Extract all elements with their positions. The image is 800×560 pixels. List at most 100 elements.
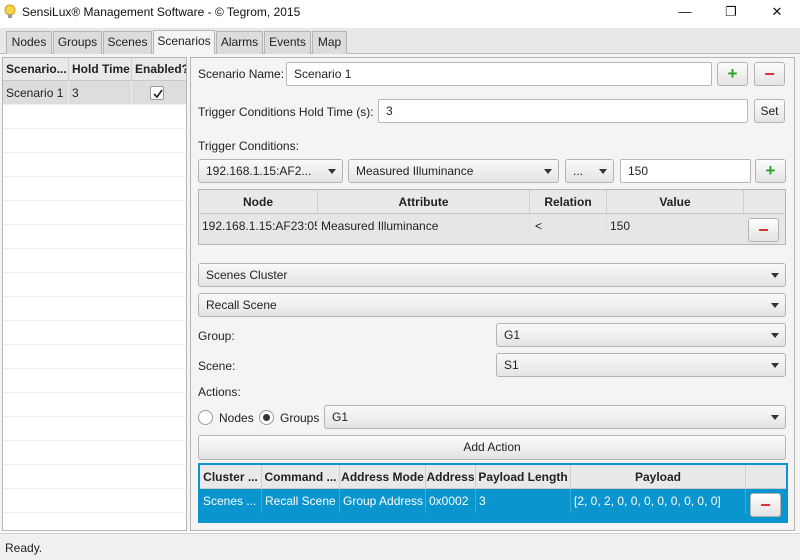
- chevron-down-icon: [599, 169, 607, 174]
- empty-row: [3, 249, 186, 273]
- node-select[interactable]: 192.168.1.15:AF2...: [198, 159, 343, 183]
- empty-row: [3, 129, 186, 153]
- minimize-button[interactable]: —: [662, 0, 708, 24]
- empty-row: [3, 393, 186, 417]
- chevron-down-icon: [771, 415, 779, 420]
- attribute-select-value: Measured Illuminance: [356, 164, 474, 178]
- hold-time-input[interactable]: 3: [378, 99, 748, 123]
- status-text: Ready.: [5, 541, 43, 555]
- close-button[interactable]: ✕: [754, 0, 800, 24]
- empty-row: [3, 369, 186, 393]
- chevron-down-icon: [771, 273, 779, 278]
- empty-row: [3, 441, 186, 465]
- trigger-conditions-label: Trigger Conditions:: [198, 139, 299, 153]
- groups-radio-label[interactable]: Groups: [280, 411, 319, 425]
- enabled-cell: [132, 81, 186, 105]
- remove-action-button[interactable]: −: [750, 493, 781, 517]
- remove-scenario-button[interactable]: −: [754, 62, 785, 86]
- nodes-radio[interactable]: [198, 410, 213, 425]
- command-select-value: Recall Scene: [206, 298, 277, 312]
- title-bar: SensiLux® Management Software - © Tegrom…: [0, 0, 800, 24]
- action-payload-length-cell: 3: [476, 489, 571, 513]
- table-header: Scenario... Hold Time Enabled?: [3, 58, 186, 81]
- column-header-address[interactable]: Address: [426, 465, 476, 489]
- action-address-cell: 0x0002: [426, 489, 476, 513]
- group-select[interactable]: G1: [496, 323, 786, 347]
- column-header-relation[interactable]: Relation: [530, 190, 607, 214]
- scenario-name-input[interactable]: Scenario 1: [286, 62, 712, 86]
- group-label: Group:: [198, 329, 235, 343]
- empty-row: [3, 465, 186, 489]
- column-header-payload-length[interactable]: Payload Length: [476, 465, 571, 489]
- empty-row: [3, 177, 186, 201]
- column-header-blank: [744, 190, 785, 214]
- hold-time-label: Trigger Conditions Hold Time (s):: [198, 105, 374, 119]
- tab-scenes[interactable]: Scenes: [103, 31, 152, 54]
- scenario-table[interactable]: Scenario... Hold Time Enabled? Scenario …: [2, 57, 187, 531]
- tab-nodes[interactable]: Nodes: [6, 31, 52, 54]
- tab-groups[interactable]: Groups: [53, 31, 102, 54]
- conditions-table[interactable]: Node Attribute Relation Value 192.168.1.…: [198, 189, 786, 245]
- condition-value-input[interactable]: 150: [620, 159, 751, 183]
- chevron-down-icon: [328, 169, 336, 174]
- empty-row: [3, 489, 186, 513]
- column-header-node[interactable]: Node: [199, 190, 318, 214]
- tab-events[interactable]: Events: [264, 31, 311, 54]
- tab-alarms[interactable]: Alarms: [216, 31, 263, 54]
- condition-relation-cell: <: [530, 214, 607, 238]
- actions-table[interactable]: Cluster ... Command ... Address Mode Add…: [198, 463, 788, 523]
- action-cluster-cell: Scenes ...: [200, 489, 262, 513]
- condition-node-cell: 192.168.1.15:AF23:05: [199, 214, 318, 238]
- scenario-name-label: Scenario Name:: [198, 67, 285, 81]
- tab-scenarios[interactable]: Scenarios: [153, 30, 215, 55]
- column-header-cluster[interactable]: Cluster ...: [200, 465, 262, 489]
- table-row[interactable]: Scenario 1 3: [3, 81, 186, 105]
- actions-label: Actions:: [198, 385, 241, 399]
- attribute-select[interactable]: Measured Illuminance: [348, 159, 559, 183]
- checkmark-icon: [153, 89, 163, 99]
- set-hold-time-button[interactable]: Set: [754, 99, 785, 123]
- column-header-scenario[interactable]: Scenario...: [3, 58, 69, 81]
- action-command-cell: Recall Scene: [262, 489, 340, 513]
- condition-attribute-cell: Measured Illuminance: [318, 214, 530, 238]
- add-scenario-button[interactable]: +: [717, 62, 748, 86]
- enabled-checkbox[interactable]: [150, 86, 164, 100]
- command-select[interactable]: Recall Scene: [198, 293, 786, 317]
- empty-row: [3, 153, 186, 177]
- remove-condition-button[interactable]: −: [748, 218, 779, 242]
- node-select-value: 192.168.1.15:AF2...: [206, 164, 312, 178]
- chevron-down-icon: [771, 303, 779, 308]
- column-header-address-mode[interactable]: Address Mode: [340, 465, 426, 489]
- empty-row: [3, 297, 186, 321]
- target-select-value: G1: [332, 410, 349, 424]
- table-row[interactable]: Scenes ... Recall Scene Group Address 0x…: [200, 489, 786, 521]
- column-header-payload[interactable]: Payload: [571, 465, 746, 489]
- cluster-select[interactable]: Scenes Cluster: [198, 263, 786, 287]
- relation-select-value: ...: [573, 164, 584, 178]
- groups-radio[interactable]: [259, 410, 274, 425]
- empty-row: [3, 345, 186, 369]
- table-row[interactable]: 192.168.1.15:AF23:05 Measured Illuminanc…: [199, 214, 785, 244]
- add-action-button[interactable]: Add Action: [198, 435, 786, 460]
- scenario-name-cell: Scenario 1: [3, 81, 69, 105]
- main-area: Scenario... Hold Time Enabled? Scenario …: [0, 54, 800, 531]
- group-select-value: G1: [504, 328, 521, 342]
- tab-map[interactable]: Map: [312, 31, 347, 54]
- column-header-enabled[interactable]: Enabled?: [132, 58, 186, 81]
- column-header-blank: [746, 465, 786, 489]
- column-header-value[interactable]: Value: [607, 190, 744, 214]
- empty-row: [3, 417, 186, 441]
- empty-row: [3, 201, 186, 225]
- add-condition-button[interactable]: +: [755, 159, 786, 183]
- restore-button[interactable]: ❐: [708, 0, 754, 24]
- nodes-radio-label[interactable]: Nodes: [219, 411, 254, 425]
- target-select[interactable]: G1: [324, 405, 786, 429]
- empty-row: [3, 321, 186, 345]
- scenario-detail-panel: Scenario Name: Scenario 1 + − Trigger Co…: [190, 57, 795, 531]
- column-header-command[interactable]: Command ...: [262, 465, 340, 489]
- relation-select[interactable]: ...: [565, 159, 614, 183]
- scene-select[interactable]: S1: [496, 353, 786, 377]
- column-header-attribute[interactable]: Attribute: [318, 190, 530, 214]
- column-header-hold-time[interactable]: Hold Time: [69, 58, 132, 81]
- action-address-mode-cell: Group Address: [340, 489, 426, 513]
